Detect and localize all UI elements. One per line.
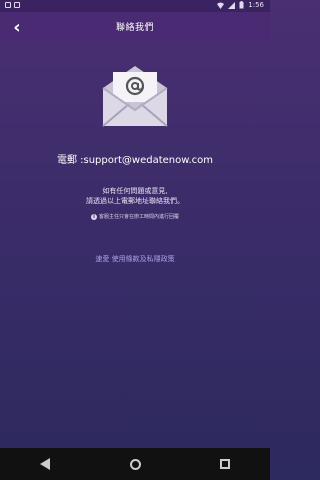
status-right: 1:56 (217, 1, 264, 9)
app-bar: ‹ 聯絡我們 (0, 12, 270, 42)
home-circle-icon (129, 458, 141, 470)
nav-home-button[interactable] (120, 449, 150, 479)
notification-icon (5, 2, 11, 8)
notification-icons (5, 2, 20, 8)
footer-links: 速愛 使用條款及私隱政策 (0, 254, 270, 264)
contact-note: 如有任何問題或意見, 請透過以上電郵地址聯絡我們。 (0, 186, 270, 206)
terms-privacy-link[interactable]: 使用條款及私隱政策 (112, 255, 175, 263)
status-bar: 1:56 (0, 0, 270, 12)
system-nav-bar (0, 448, 270, 480)
nav-recents-button[interactable] (210, 449, 240, 479)
wifi-icon (217, 2, 225, 9)
notification-icon-2 (14, 2, 20, 8)
signal-icon (228, 1, 236, 9)
page-title: 聯絡我們 (115, 23, 154, 33)
info-icon: i (90, 213, 97, 220)
service-hours-note: i 客服主任只會在辦工時間內進行回覆 (0, 213, 270, 220)
status-time: 1:56 (248, 1, 264, 9)
recents-square-icon (220, 459, 230, 469)
back-triangle-icon (40, 458, 50, 470)
brand-link[interactable]: 速愛 (95, 255, 109, 263)
service-hours-text: 客服主任只會在辦工時間內進行回覆 (98, 214, 179, 220)
contact-note-line1: 如有任何問題或意見, (102, 187, 168, 195)
contact-note-line2: 請透過以上電郵地址聯絡我們。 (86, 197, 184, 205)
battery-icon (239, 1, 244, 9)
envelope-at-icon (102, 66, 168, 127)
support-email[interactable]: 電郵 :support@wedatenow.com (0, 151, 270, 166)
nav-back-button[interactable] (30, 449, 60, 479)
